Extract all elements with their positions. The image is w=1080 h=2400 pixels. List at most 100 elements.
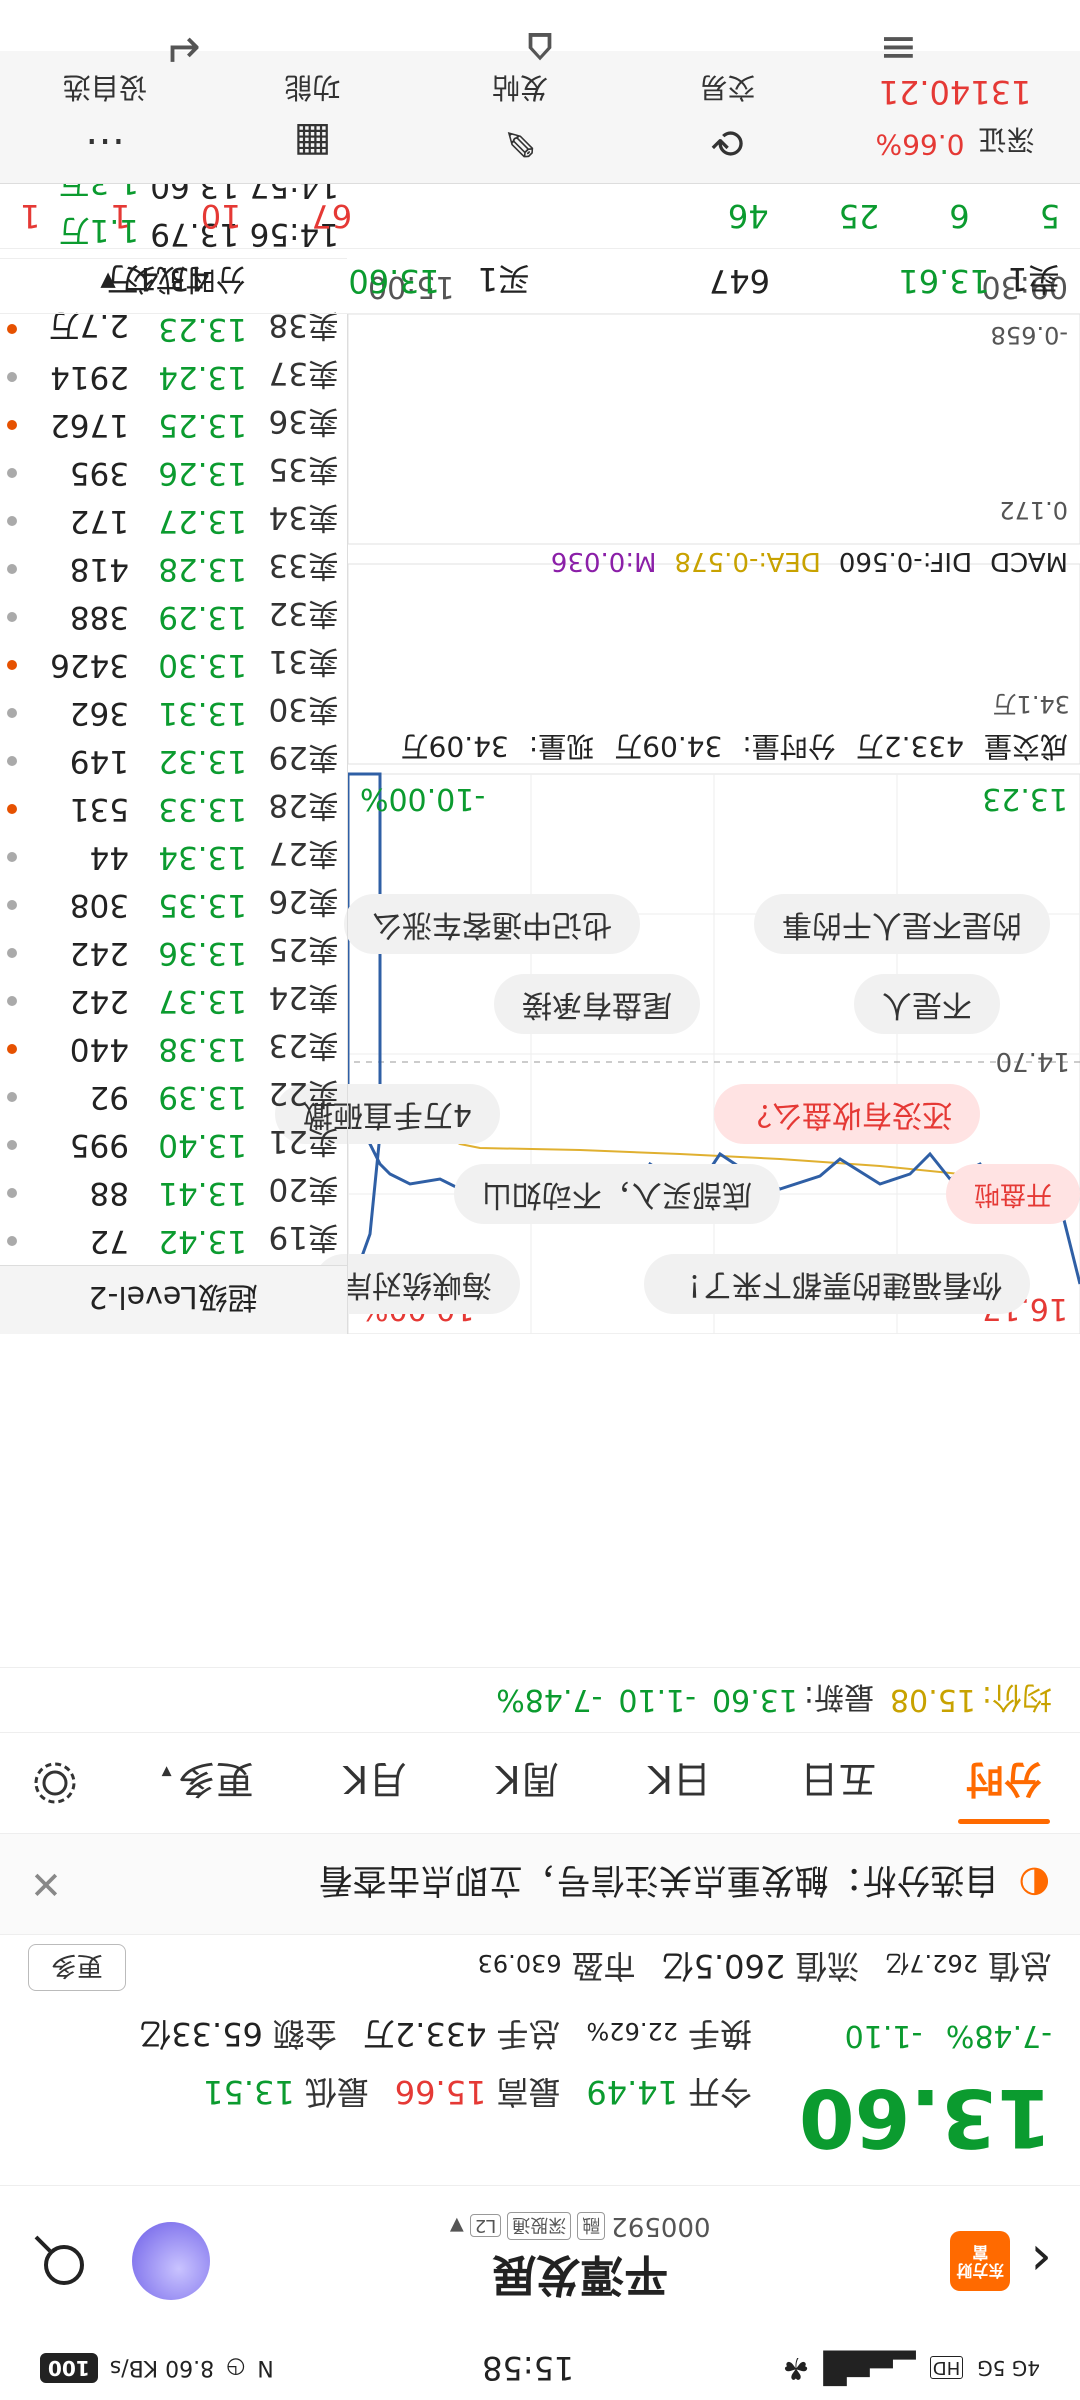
- order-dot: [7, 1044, 17, 1054]
- order-volume: 92: [89, 1079, 129, 1115]
- tab-intraday[interactable]: 分时: [958, 1756, 1050, 1811]
- clock: 15:58: [482, 2349, 575, 2387]
- dropdown-icon[interactable]: ▼: [450, 2216, 464, 2237]
- order-dot: [7, 372, 17, 382]
- ref-price-label: 14.70: [995, 1046, 1070, 1076]
- order-level: 卖20: [268, 1171, 339, 1208]
- tab-more[interactable]: 更多 ▾: [154, 1756, 262, 1811]
- order-price: 13.41: [158, 1175, 247, 1211]
- vol-title[interactable]: 成交量: [984, 728, 1068, 768]
- queue-sell-3: 46: [727, 197, 769, 235]
- order-level: 卖30: [268, 691, 339, 728]
- back-icon[interactable]: ‹: [1030, 2230, 1052, 2293]
- index-change: 0.66%: [875, 128, 965, 161]
- order-dot: [7, 756, 17, 766]
- caret-icon: ▾: [161, 1761, 178, 1786]
- sell-order-row: 卖25 13.36 242: [0, 929, 347, 977]
- app-header: ‹ 东方财富 平潭发展 000592 融 深股通 L2 ▼: [0, 2185, 1080, 2336]
- low-value: 13.51: [203, 2073, 295, 2111]
- sell-order-row: 卖34 13.27 172: [0, 497, 347, 545]
- macd-dif: DIF:-0.560: [838, 546, 973, 576]
- open-badge[interactable]: 开盘啦: [945, 1164, 1080, 1224]
- order-price: 13.25: [158, 407, 247, 443]
- sell-order-row: 卖23 13.38 440: [0, 1025, 347, 1073]
- order-price: 13.40: [158, 1127, 247, 1163]
- order-price: 13.34: [158, 839, 247, 875]
- avg-value: 15.08: [890, 1682, 976, 1718]
- order-volume: 3426: [50, 647, 129, 683]
- index-name: 深证: [978, 123, 1035, 156]
- order-price: 13.32: [158, 743, 247, 779]
- tab-week-k[interactable]: 周K: [488, 1756, 567, 1811]
- danmu-5: 尾盘有承接: [494, 974, 700, 1034]
- more-dots-icon: ⋯: [85, 119, 125, 165]
- vol-now: 34.09万: [400, 730, 509, 763]
- signal-icon: 4G 5G: [977, 2356, 1040, 2380]
- order-price: 13.23: [158, 311, 247, 347]
- order-dot: [7, 324, 17, 334]
- assistant-avatar[interactable]: [132, 2222, 211, 2300]
- screen: 4G 5G HD ▂▄▆█ ☘ 15:58 N ◷ 8.60 KB/s 100 …: [0, 0, 1080, 2400]
- close-icon[interactable]: ✕: [30, 1862, 62, 1906]
- pe-label: 市盈: [571, 1947, 636, 1985]
- order-dot: [7, 420, 17, 430]
- order-level: 卖35: [268, 451, 339, 488]
- menu-icon[interactable]: ≡: [879, 22, 918, 76]
- order-level: 卖33: [268, 547, 339, 584]
- quote-panel: 13.60 今开14.49 最高15.66 最低13.51 -7.48% -1.…: [0, 1935, 1080, 2185]
- order-level: 卖23: [268, 1027, 339, 1064]
- tab-day-k[interactable]: 日K: [640, 1756, 719, 1811]
- tag-connect: 深股通: [507, 2212, 572, 2240]
- float-mv-label: 流值: [795, 1947, 860, 1985]
- sell-order-list[interactable]: 卖19 13.42 72 卖20 13.41 88 卖21 13.40 995 卖22 13.39 9…: [0, 305, 347, 1265]
- vol-min-label: 分时量:: [742, 730, 836, 763]
- order-volume: 44: [89, 839, 129, 875]
- order-dot: [7, 1140, 17, 1150]
- sell-order-row: 卖36 13.25 1762: [0, 401, 347, 449]
- order-level: 卖32: [268, 595, 339, 632]
- sell-order-row: 卖21 13.40 995: [0, 1121, 347, 1169]
- tab-five-day[interactable]: 五日: [793, 1756, 885, 1811]
- order-level: 卖25: [268, 931, 339, 968]
- best-bid-ask-row: 卖1 13.61 647 买1 13.60 43.4万: [0, 249, 1080, 314]
- level2-label[interactable]: 超级Level-2: [0, 1265, 347, 1334]
- order-dot: [7, 1092, 17, 1102]
- queue-buy-0: 67: [311, 197, 353, 235]
- queue-sell-1: 6: [949, 197, 970, 235]
- brand-logo: 东方财富: [950, 2231, 1011, 2291]
- order-volume: 531: [69, 791, 129, 827]
- home-icon[interactable]: ⌂: [525, 22, 554, 76]
- intraday-chart[interactable]: 16.17 10.00% 13.23 -10.00% 14.70 你看福建的票都…: [274, 269, 1080, 1334]
- order-volume: 172: [69, 503, 129, 539]
- macd-title[interactable]: MACD: [990, 546, 1068, 576]
- order-price: 13.37: [158, 983, 247, 1019]
- order-level: 卖36: [268, 403, 339, 440]
- latest-label: 最新:: [803, 1679, 874, 1714]
- speaker-icon: ◐: [1018, 1863, 1050, 1905]
- back-nav-icon[interactable]: ↵: [162, 22, 201, 76]
- system-nav-bar: ≡ ⌂ ↵: [0, 0, 1080, 98]
- order-volume: 149: [69, 743, 129, 779]
- order-dot: [7, 804, 17, 814]
- order-dot: [7, 1188, 17, 1198]
- sell-order-row: 卖24 13.37 242: [0, 977, 347, 1025]
- sell1-vol: 647: [708, 262, 770, 300]
- order-level: 卖31: [268, 643, 339, 680]
- avg-price-line: 均价: 15.08 最新: 13.60 -1.10 -7.48%: [0, 1667, 1080, 1732]
- tag-margin: 融: [577, 2212, 606, 2240]
- settings-gear-icon[interactable]: [30, 1758, 80, 1808]
- latest-value: 13.60: [712, 1682, 798, 1718]
- danmu-1: 你看福建的票都下来了！: [644, 1254, 1030, 1314]
- order-price: 13.42: [158, 1223, 247, 1259]
- more-quote-button[interactable]: 更多: [28, 1944, 127, 1992]
- sell-order-row: 卖29 13.32 149: [0, 737, 347, 785]
- order-dot: [7, 996, 17, 1006]
- queue-buy-1: 10: [200, 197, 242, 235]
- analysis-banner[interactable]: ◐ 自选分析：触发重点关注信号，立即点击查看 ✕: [0, 1833, 1080, 1935]
- tab-month-k[interactable]: 月K: [335, 1756, 414, 1811]
- order-level: 卖37: [268, 355, 339, 392]
- order-level: 卖34: [268, 499, 339, 536]
- search-icon[interactable]: [28, 2229, 92, 2293]
- order-level: 卖27: [268, 835, 339, 872]
- order-dot: [7, 1236, 17, 1246]
